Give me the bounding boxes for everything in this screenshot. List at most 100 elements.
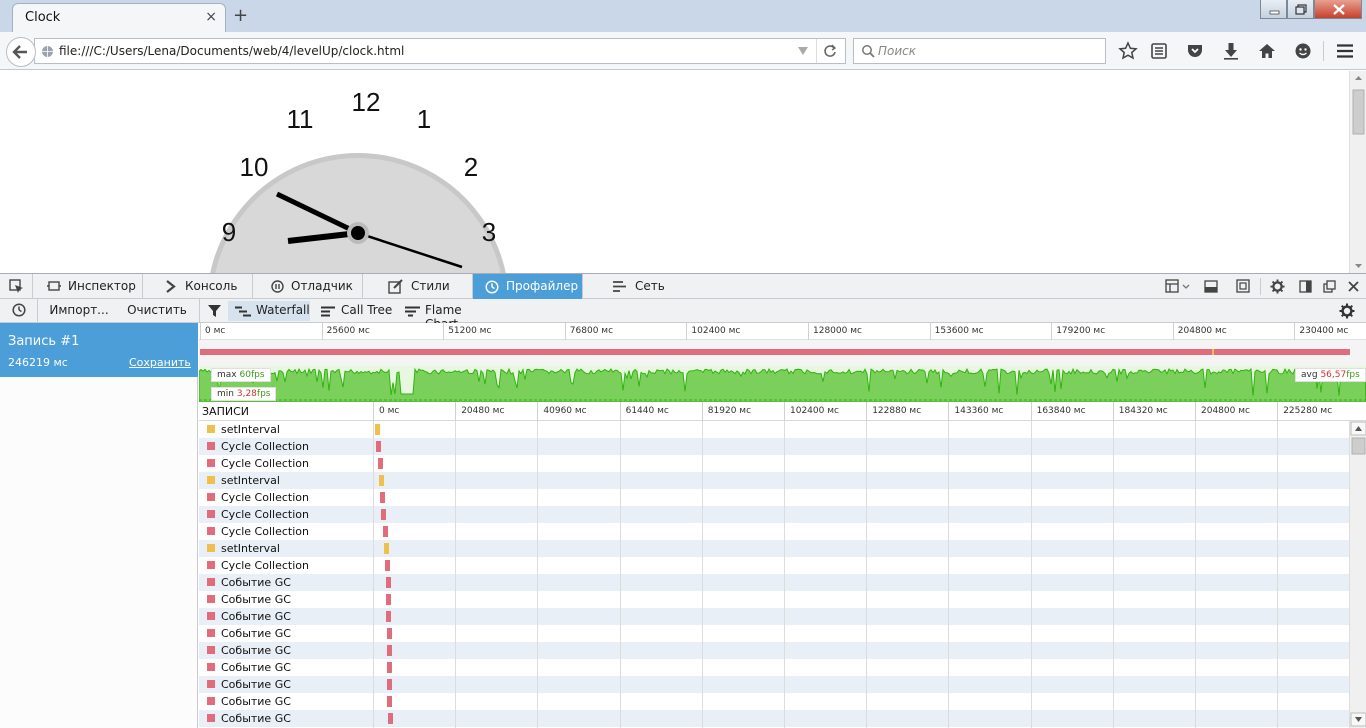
waterfall-grid-line [1030,421,1032,728]
marker-bar[interactable] [387,696,393,707]
marker-bar[interactable] [374,424,380,435]
view-waterfall-button[interactable]: Waterfall [228,301,310,321]
waterfall-row[interactable]: setInterval [199,540,1349,557]
waterfall-row[interactable]: Cycle Collection [199,489,1349,506]
waterfall-view: ЗАПИСИ 0 мс 20480 мс 40960 мс 61440 мс 81920… [199,402,1366,728]
bookmark-star-icon[interactable] [1118,41,1138,61]
waterfall-row[interactable]: Cycle Collection [199,455,1349,472]
filter-icon[interactable] [208,304,221,318]
marker-bar[interactable] [386,645,392,656]
dock-side-icon[interactable] [1299,280,1312,293]
marker-bar[interactable] [386,611,392,622]
marker-bar[interactable] [387,713,393,724]
dropdown-arrow-icon[interactable] [798,47,808,55]
waterfall-row[interactable]: Cycle Collection [199,557,1349,574]
marker-bar[interactable] [384,543,390,554]
clock-number-9: 9 [222,217,236,247]
waterfall-row[interactable]: Событие GC [199,693,1349,710]
marker-bar[interactable] [378,458,384,469]
pocket-icon[interactable] [1185,41,1205,61]
overview-tick-label: 179200 мс [1051,323,1105,340]
marker-name: Событие GC [221,593,291,606]
waterfall-row[interactable]: Cycle Collection [199,438,1349,455]
waterfall-tick-label: 20480 мс [455,402,504,421]
timeline-overview[interactable]: 0 мс 25600 мс 51200 мс 76800 мс 102400 мс 128… [199,323,1366,402]
search-input[interactable]: Поиск [853,38,1106,64]
element-picker-icon [9,279,23,293]
tab-debugger[interactable]: Отладчик [253,274,363,299]
waterfall-row[interactable]: setInterval [199,421,1349,438]
marker-name: Событие GC [221,661,291,674]
marker-bar[interactable] [379,475,385,486]
waterfall-grid-line [866,421,868,728]
marker-name: Cycle Collection [221,491,309,504]
waterfall-grid-line [455,421,457,728]
waterfall-row[interactable]: Событие GC [199,574,1349,591]
view-flame-chart-button[interactable]: Flame Chart [398,301,496,331]
undock-window-icon[interactable] [1323,280,1336,293]
tab-network[interactable]: Сеть [583,274,693,299]
back-button[interactable] [6,37,36,67]
tab-profiler-label: Профайлер [506,279,579,293]
toolbox-options-icon[interactable] [1165,279,1191,294]
marker-bar[interactable] [387,662,393,673]
split-console-icon[interactable] [1204,280,1218,293]
marker-bar[interactable] [384,560,390,571]
clear-button[interactable]: Очистить [121,301,193,321]
waterfall-row[interactable]: Событие GC [199,710,1349,727]
import-button[interactable]: Импорт... [42,301,116,321]
record-button[interactable] [6,301,32,321]
tab-style-editor[interactable]: Стили [363,274,473,299]
save-recording-link[interactable]: Сохранить [129,356,191,369]
waterfall-row[interactable]: Событие GC [199,625,1349,642]
waterfall-row[interactable]: Событие GC [199,642,1349,659]
browser-tab-clock[interactable]: Clock × [12,3,226,33]
page-scrollbar[interactable] [1349,71,1366,273]
close-devtools-icon[interactable] [1347,280,1360,293]
reload-icon[interactable] [823,44,837,58]
responsive-design-icon[interactable] [1236,279,1250,293]
tab-console[interactable]: Консоль [143,274,253,299]
tab-inspector[interactable]: Инспектор [33,274,143,299]
tab-close-icon[interactable]: × [205,9,217,25]
minimize-button[interactable] [1260,0,1287,19]
marker-color-swatch [207,459,215,467]
url-bar[interactable]: file:///C:/Users/Lena/Documents/web/4/le… [34,38,846,64]
settings-gear-icon[interactable] [1270,279,1285,294]
waterfall-scrollbar[interactable] [1349,421,1366,728]
waterfall-row[interactable]: Событие GC [199,659,1349,676]
waterfall-row[interactable]: Событие GC [199,591,1349,608]
fps-min-label: min 3,28fps [211,387,277,401]
fps-graph [199,366,1366,402]
waterfall-tick-label: 61440 мс [619,402,669,421]
marker-bar[interactable] [386,577,392,588]
marker-bar[interactable] [387,679,393,690]
recording-title: Запись #1 [8,334,80,349]
waterfall-row[interactable]: Событие GC [199,676,1349,693]
menu-icon[interactable] [1335,41,1355,61]
home-icon[interactable] [1257,41,1277,61]
downloads-icon[interactable] [1221,41,1241,61]
close-window-button[interactable] [1314,0,1362,19]
marker-bar[interactable] [381,509,387,520]
marker-bar[interactable] [386,594,392,605]
marker-bar[interactable] [379,492,385,503]
waterfall-row[interactable]: Событие GC [199,608,1349,625]
recording-item[interactable]: Запись #1 246219 мс Сохранить [0,323,198,377]
new-tab-icon[interactable]: + [233,5,248,26]
waterfall-row[interactable]: setInterval [199,472,1349,489]
marker-bar[interactable] [382,526,388,537]
hello-chat-icon[interactable] [1293,41,1313,61]
marker-bar[interactable] [386,628,392,639]
overview-tick-label: 128000 мс [808,323,862,340]
waterfall-row[interactable]: Cycle Collection [199,506,1349,523]
clock-number-10: 10 [240,152,269,182]
element-picker-button[interactable] [0,274,33,299]
marker-bar[interactable] [375,441,381,452]
maximize-button[interactable] [1287,0,1314,19]
waterfall-row[interactable]: Cycle Collection [199,523,1349,540]
tab-profiler[interactable]: Профайлер [473,274,583,299]
view-call-tree-button[interactable]: Call Tree [314,301,396,321]
reading-list-icon[interactable] [1149,41,1169,61]
profiler-settings-gear-icon[interactable] [1339,303,1355,319]
